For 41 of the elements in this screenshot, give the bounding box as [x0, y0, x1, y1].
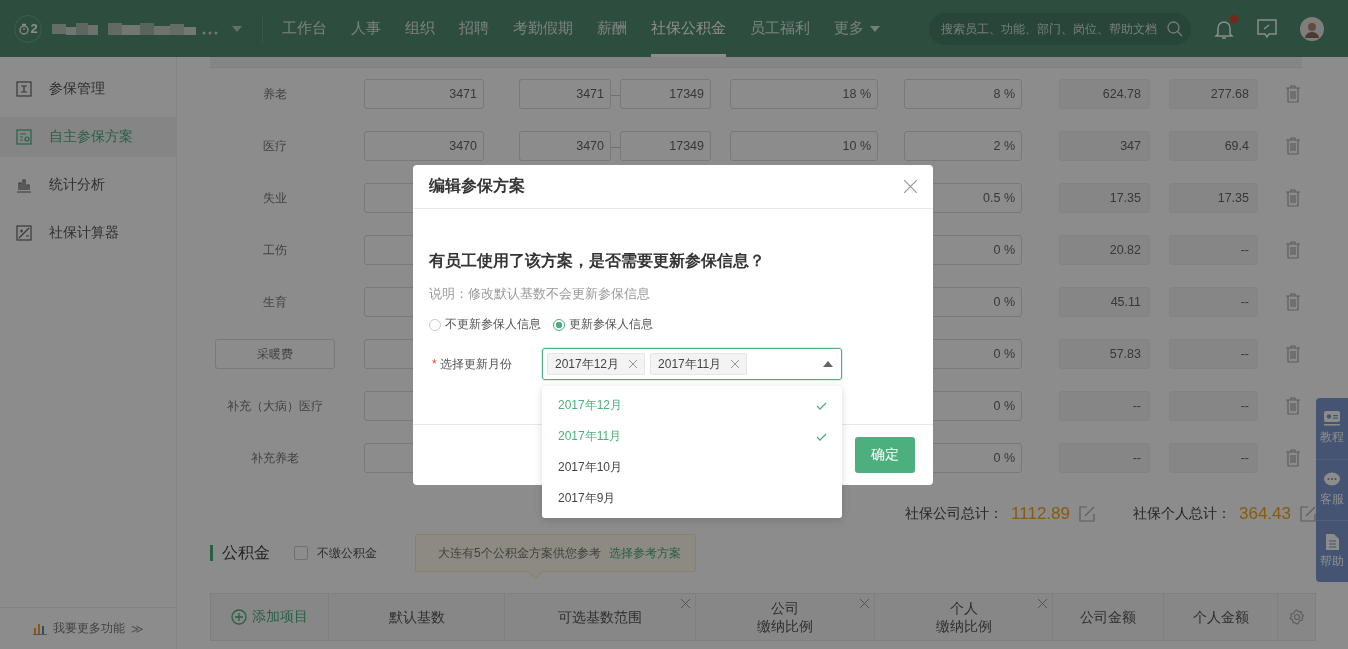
column-header: 可选基数范围	[558, 608, 642, 626]
company-amount-field: 57.83	[1059, 339, 1150, 369]
personal-amount-field: 69.4	[1169, 131, 1258, 161]
month-tag: 2017年11月	[650, 353, 748, 375]
company-amount-field: 45.11	[1059, 287, 1150, 317]
field-label: * 选择更新月份	[431, 355, 513, 373]
item-name: 补充（大病）医疗	[227, 397, 323, 415]
personal-amount-field: --	[1169, 391, 1258, 421]
tip-text: 大连有5个公积金方案供您参考	[438, 544, 601, 562]
total-label: 社保个人总计：	[1133, 505, 1231, 523]
month-tag: 2017年12月	[547, 353, 646, 375]
column-header: 个人 缴纳比例	[935, 599, 992, 635]
company-amount-field: --	[1059, 391, 1150, 421]
total-value: 1112.89	[1011, 504, 1070, 524]
dialog-title: 编辑参保方案	[429, 176, 525, 196]
total-label: 社保公司总计：	[905, 505, 1004, 523]
column-header: 公司金额	[1080, 608, 1136, 626]
personal-amount-field: --	[1169, 339, 1258, 369]
column-header: 公司 缴纳比例	[757, 599, 813, 635]
total-value: 364.43	[1239, 504, 1291, 524]
personal-amount-field: 17.35	[1169, 183, 1258, 213]
item-name: 工伤	[263, 241, 287, 259]
item-name: 养老	[263, 85, 287, 103]
dialog-note: 说明：修改默认基数不会更新参保信息	[429, 285, 651, 303]
personal-amount-field: --	[1169, 287, 1258, 317]
item-name: 生育	[263, 293, 287, 311]
section-title: 公积金	[210, 545, 270, 561]
item-name: 补充养老	[251, 449, 299, 467]
personal-amount-field: 277.68	[1169, 79, 1258, 109]
dialog-question: 有员工使用了该方案，是否需要更新参保信息？	[429, 251, 766, 271]
company-amount-field: 624.78	[1059, 79, 1150, 109]
item-name: 失业	[263, 189, 287, 207]
item-name: 医疗	[263, 137, 287, 155]
column-header: 默认基数	[388, 608, 445, 626]
company-amount-field: 17.35	[1059, 183, 1150, 213]
company-amount-field: 347	[1059, 131, 1150, 161]
company-amount-field: --	[1059, 443, 1150, 473]
personal-amount-field: --	[1169, 235, 1258, 265]
column-header: 个人金额	[1192, 608, 1249, 626]
personal-amount-field: --	[1169, 443, 1258, 473]
company-amount-field: 20.82	[1059, 235, 1150, 265]
